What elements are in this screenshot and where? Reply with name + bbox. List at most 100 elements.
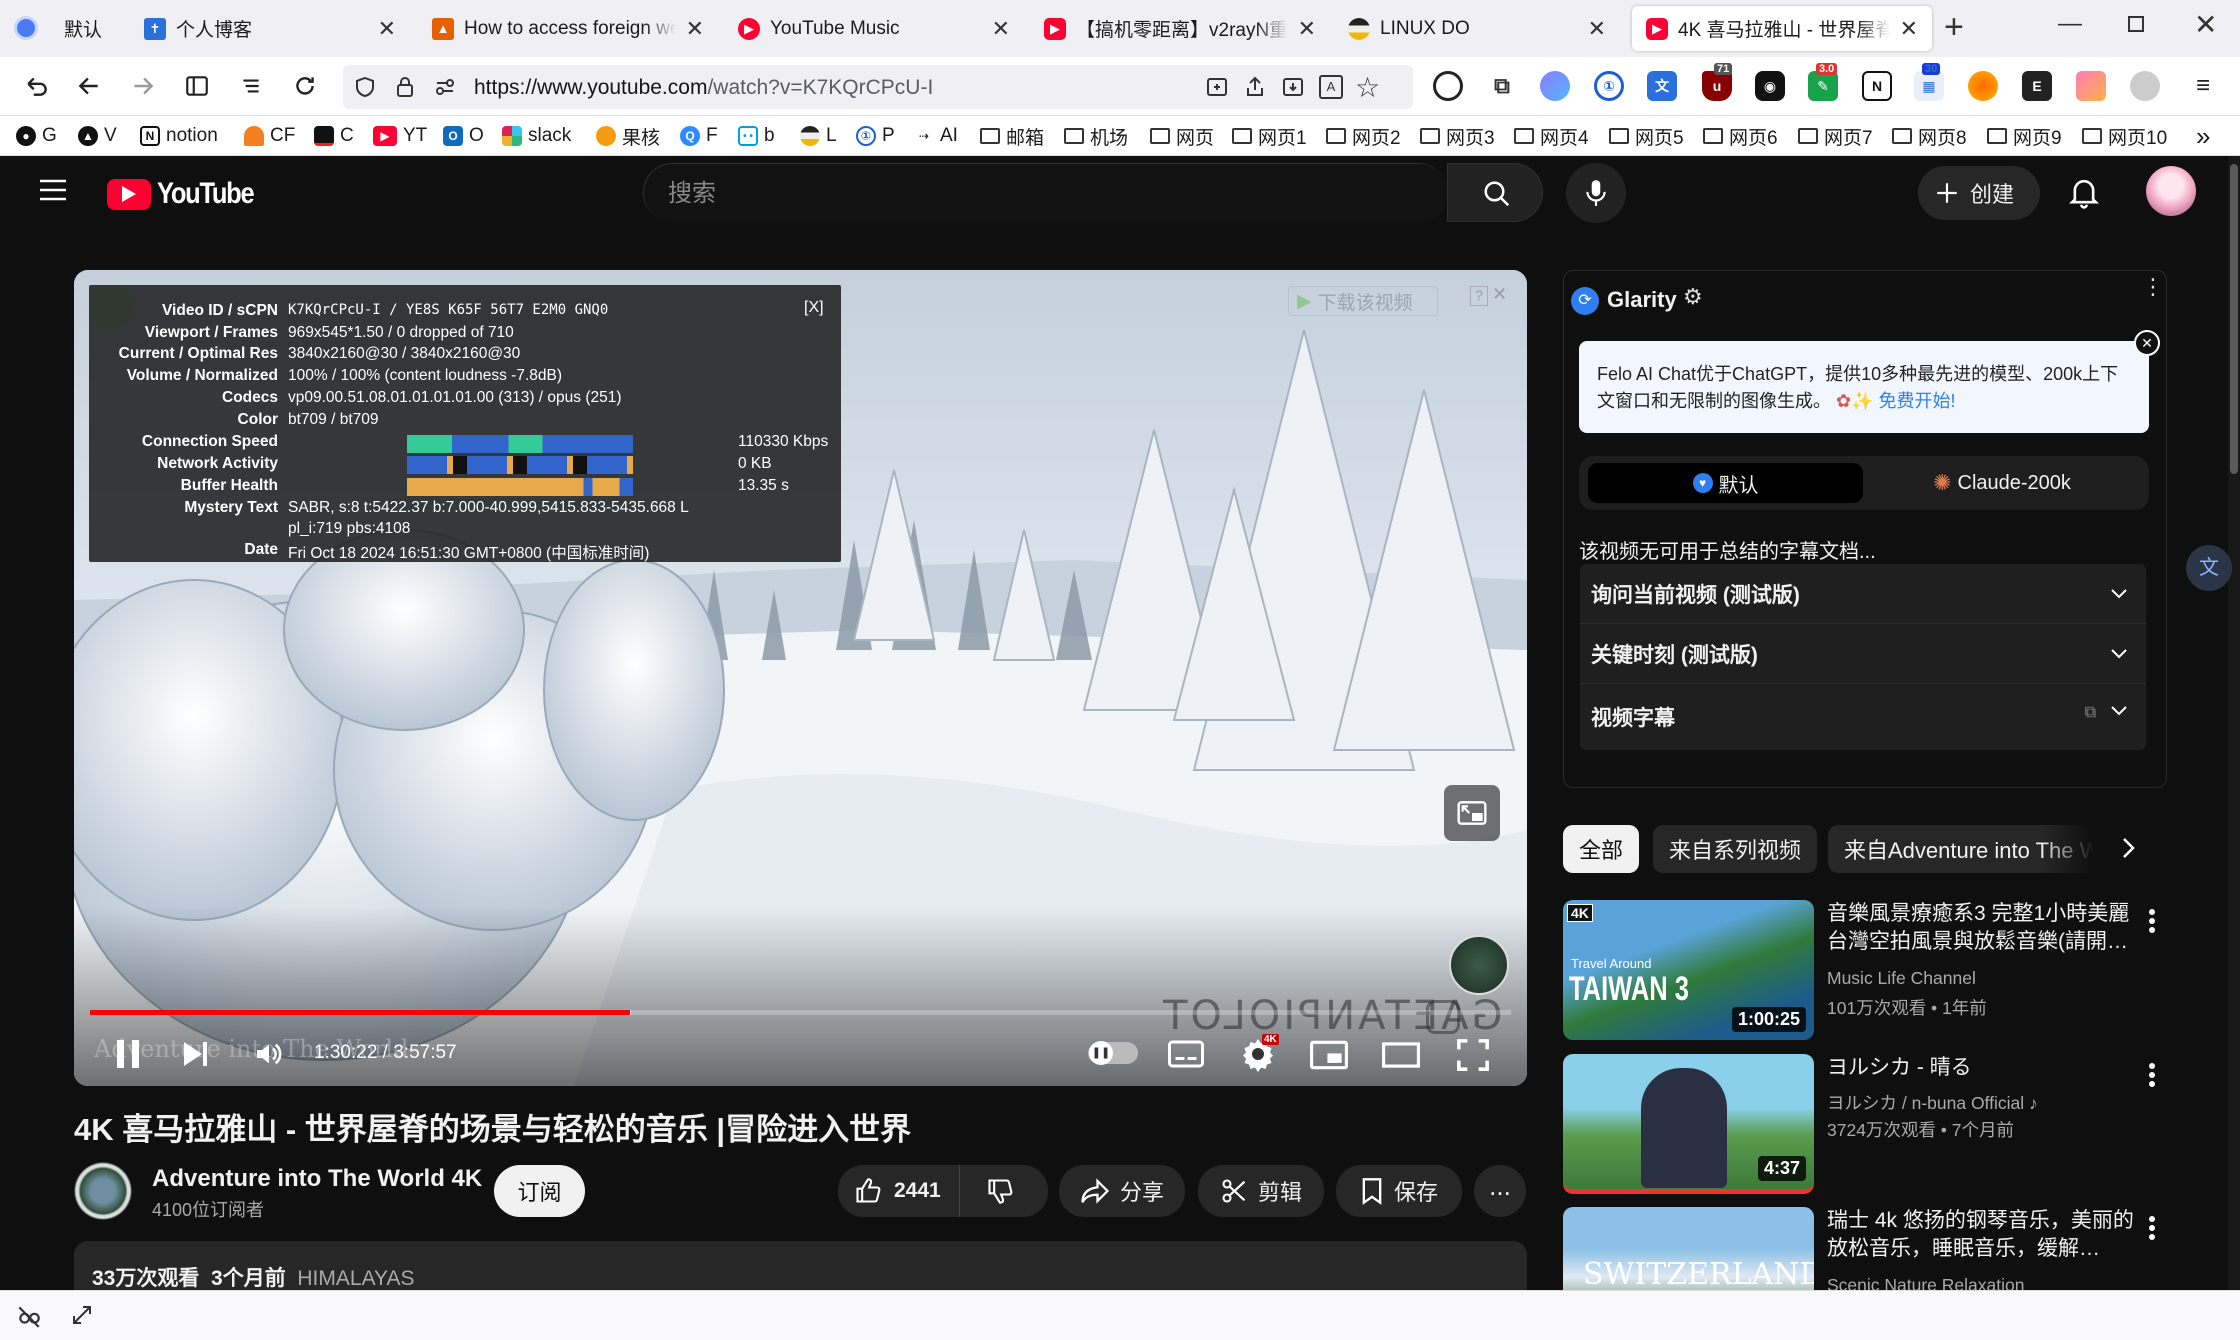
bookmark-folder-web2[interactable]: 网页2 [1326,122,1401,150]
channel-avatar[interactable] [74,1162,132,1220]
transcript-section[interactable]: 视频字幕 ⧉ [1580,684,2146,750]
channel-name[interactable]: Adventure into The World 4K [152,1165,482,1193]
save-button[interactable]: 保存 [1336,1165,1462,1217]
minimize-button[interactable]: — [2058,10,2082,38]
new-tab-button[interactable]: + [1944,8,1964,47]
bookmark-folder-web6[interactable]: 网页6 [1703,122,1778,150]
subscribe-button[interactable]: 订阅 [494,1165,585,1217]
download-video-button[interactable]: ▶ 下载该视频 [1288,286,1438,316]
bookmark-folder-web3[interactable]: 网页3 [1420,122,1495,150]
chip-channel[interactable]: 来自Adventure into The World [1828,825,2094,873]
recommendation-thumbnail[interactable]: SWITZERLAND [1563,1207,1814,1290]
undo-close-icon[interactable] [18,67,56,105]
share-icon[interactable] [1243,75,1267,99]
address-bar[interactable]: https://www.youtube.com/watch?v=K7KQrCPc… [343,65,1413,109]
bookmark-folder-mail[interactable]: 邮箱 [980,122,1044,150]
chip-all[interactable]: 全部 [1563,825,1640,873]
bookmark-folder-web1[interactable]: 网页1 [1232,122,1307,150]
recommendation-item[interactable]: 4:37 ヨルシカ - 晴る ヨルシカ / n-buna Official ♪ … [1563,1054,2240,1194]
expand-icon[interactable] [70,1303,94,1327]
search-input[interactable] [644,164,1449,223]
bookmark-v[interactable]: ▲ V [78,122,117,150]
tab-default[interactable]: 默认 [50,6,130,51]
more-actions-button[interactable]: ... [1474,1165,1526,1217]
account-icon[interactable] [1433,71,1463,101]
clip-button[interactable]: 剪辑 [1198,1165,1324,1217]
recommendation-thumbnail[interactable]: 4K Travel Around TAIWAN 3 1:00:25 [1563,900,1814,1040]
subtitles-button[interactable] [1168,1040,1204,1068]
search-button[interactable] [1447,163,1543,222]
recommendation-title[interactable]: 瑞士 4k 悠扬的钢琴音乐，美丽的放松音乐，睡眠音乐，缓解… [1827,1207,2137,1263]
share-button[interactable]: 分享 [1059,1165,1185,1217]
bookmark-outlook[interactable]: OO [443,122,484,150]
extensions-icon[interactable]: ⧉ [1487,71,1517,101]
recommendation-channel[interactable]: Music Life Channel [1827,968,1976,989]
bookmark-f[interactable]: QF [680,122,718,150]
ext-e-icon[interactable]: E [2022,71,2052,101]
shield-icon[interactable] [353,75,377,99]
help-icon[interactable]: ? [1470,286,1488,306]
bookmark-folder-airport[interactable]: 机场 [1064,122,1128,150]
autoplay-toggle[interactable]: ❚❚ [1088,1041,1138,1065]
ext-mask-icon[interactable]: ◉ [1755,71,1785,101]
tab-foreign-websites[interactable]: ▲ How to access foreign websites ✕ [418,6,718,51]
dislike-button[interactable] [970,1177,1014,1205]
channel-watermark[interactable] [1449,935,1509,995]
progress-bar[interactable] [90,1010,1511,1015]
recommendation-menu-icon[interactable] [2148,1215,2168,1245]
url-text[interactable]: https://www.youtube.com/watch?v=K7KQrCPc… [474,76,933,100]
close-tab-icon[interactable]: ✕ [686,16,704,42]
hamburger-menu-icon[interactable] [38,178,68,202]
ext-green-icon[interactable]: ✎ 3.0 [1808,63,1838,101]
chip-series[interactable]: 来自系列视频 [1653,825,1818,873]
fullscreen-button[interactable] [1456,1038,1490,1072]
model-default-tab[interactable]: ♥ 默认 [1588,463,1863,503]
recommendation-title[interactable]: ヨルシカ - 晴る [1827,1054,2137,1082]
hashtag[interactable]: HIMALAYAS [297,1267,414,1290]
bookmark-folder-web10[interactable]: 网页10 [2082,122,2167,150]
menu-icon[interactable]: ≡ [2188,71,2218,101]
bookmark-folder-web7[interactable]: 网页7 [1798,122,1873,150]
ext-translate-icon[interactable]: 文 [1647,71,1677,101]
tab-youtube-music[interactable]: ▶ YouTube Music ✕ [724,6,1024,51]
tab-active-youtube[interactable]: ▶ 4K 喜马拉雅山 - 世界屋脊的场景 ✕ [1632,6,1932,51]
promo-link[interactable]: 免费开始! [1879,391,1956,411]
bookmark-cf[interactable]: CF [244,122,295,150]
screenshot-icon[interactable] [1205,75,1229,99]
close-tab-icon[interactable]: ✕ [378,16,396,42]
key-moments-section[interactable]: 关键时刻 (测试版) [1580,624,2146,684]
close-window-button[interactable]: ✕ [2194,8,2217,41]
notifications-bell-icon[interactable] [2068,176,2100,210]
recommendation-menu-icon[interactable] [2148,1062,2168,1092]
recommendation-menu-icon[interactable] [2148,908,2168,938]
recommendation-channel[interactable]: ヨルシカ / n-buna Official ♪ [1827,1090,2038,1115]
recommendation-title[interactable]: 音樂風景療癒系3 完整1小時美麗台灣空拍風景與放鬆音樂(請開… [1827,900,2137,956]
bookmark-folder-web5[interactable]: 网页5 [1609,122,1684,150]
tab-v2rayn[interactable]: ▶ 【搞机零距离】v2rayN重大更新 ✕ [1030,6,1330,51]
bookmark-folder-web9[interactable]: 网页9 [1987,122,2062,150]
ext-notion-icon[interactable]: N [1862,71,1892,101]
ext-ublock-icon[interactable]: u 71 [1702,63,1733,101]
tab-linuxdo[interactable]: LINUX DO ✕ [1334,6,1620,51]
translate-icon[interactable]: A [1319,75,1343,99]
lock-icon[interactable] [393,75,417,99]
close-tab-icon[interactable]: ✕ [1900,16,1918,42]
copy-icon[interactable]: ⧉ [2085,704,2096,722]
sidebar-icon[interactable] [178,67,216,105]
settings-gear-button[interactable]: 4K [1240,1034,1279,1072]
bookmark-folder-web4[interactable]: 网页4 [1514,122,1589,150]
ext-palette-icon[interactable] [2076,71,2106,101]
restore-button[interactable] [2128,16,2144,32]
bookmark-ai[interactable]: ⇢ AI [914,122,958,150]
bookmark-c[interactable]: C [314,122,354,150]
search-box[interactable] [643,163,1449,223]
install-icon[interactable] [1281,75,1305,99]
bookmark-folder-web[interactable]: 网页 [1150,122,1214,150]
tab-list-icon[interactable] [14,16,38,40]
avatar[interactable] [2146,166,2196,216]
ext-orb-icon[interactable] [1540,71,1570,101]
voice-search-button[interactable] [1566,163,1626,223]
translate-float-button[interactable]: 文 [2186,545,2232,591]
bookmark-guohe[interactable]: 果核 [596,122,660,150]
next-video-button[interactable] [182,1040,210,1068]
